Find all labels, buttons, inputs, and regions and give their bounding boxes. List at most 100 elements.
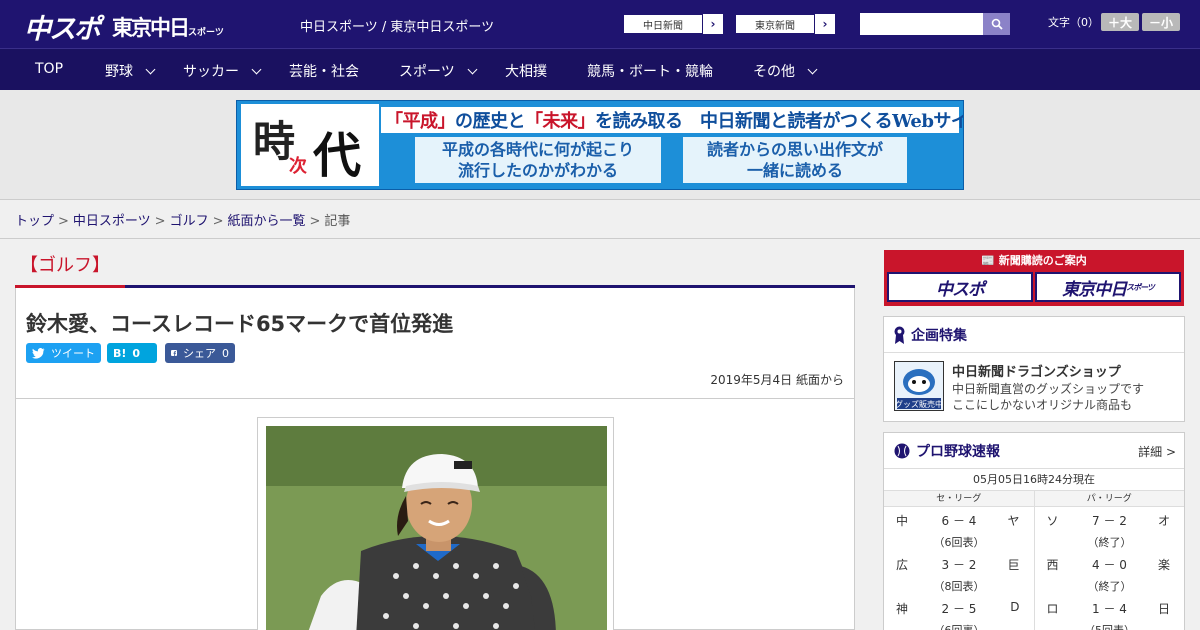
divider	[0, 238, 1200, 239]
tokyo-logo-sub: スポーツ	[188, 28, 224, 38]
banner-box-2: 読者からの思い出作文が 一緒に読める	[683, 137, 907, 183]
nav-item-sports[interactable]: スポーツ	[399, 61, 478, 81]
article-photo-frame	[257, 417, 614, 630]
subscription-heading-label: 新聞購読のご案内	[998, 254, 1087, 267]
nav-item-keiba[interactable]: 競馬・ボート・競輪	[587, 61, 713, 81]
subscription-box: 📰 新聞購読のご案内 中スポ 東京中日 スポーツ	[884, 250, 1184, 306]
tokyo-shimbun-label: 東京新聞	[735, 14, 815, 34]
game-row[interactable]: 神 2 － 5 D （6回裏）	[884, 595, 1034, 630]
article-date: 2019年5月4日 紙面から	[710, 373, 844, 387]
nav-item-top[interactable]: TOP	[35, 61, 63, 77]
nav-item-entertainment[interactable]: 芸能・社会	[289, 61, 359, 81]
nav-label: サッカー	[183, 64, 239, 80]
share-count: 0	[222, 346, 229, 360]
facebook-share-button[interactable]: シェア 0	[165, 343, 235, 363]
breadcrumb-list[interactable]: 紙面から一覧	[228, 214, 306, 229]
site-title[interactable]: 中日スポーツ / 東京中日スポーツ	[300, 16, 494, 35]
nav-item-other[interactable]: その他	[753, 61, 818, 81]
breadcrumb-golf[interactable]: ゴルフ	[170, 214, 209, 229]
font-larger-button[interactable]: ＋大	[1101, 13, 1139, 31]
subscribe-tokyo-sub: スポーツ	[1126, 282, 1155, 292]
chunichi-shimbun-label: 中日新聞	[623, 14, 703, 34]
chunichi-shimbun-button[interactable]: 中日新聞 ›	[622, 13, 724, 35]
baseball-details-link[interactable]: 詳細 >	[1138, 443, 1176, 460]
chevron-down-icon	[467, 64, 478, 75]
tokyo-chunichi-logo[interactable]: 東京中日スポーツ	[112, 12, 224, 42]
game-status: （6回表）	[933, 536, 985, 549]
away-team: D	[1010, 600, 1020, 614]
nav-label: TOP	[35, 61, 64, 77]
subscription-heading: 📰 新聞購読のご案内	[884, 252, 1184, 268]
subscribe-chuspo-button[interactable]: 中スポ	[887, 272, 1033, 302]
dragons-shop-image[interactable]: グッズ販売中	[894, 361, 944, 411]
chuspo-logo[interactable]: 中スポ	[24, 7, 101, 46]
tweet-button[interactable]: ツイート	[26, 343, 101, 363]
nav-label: 大相撲	[505, 64, 547, 80]
game-row[interactable]: 広 3 － 2 巨 （8回表）	[884, 551, 1034, 595]
feature-description: 中日新聞直営のグッズショップです ここにしかないオリジナル商品も	[952, 381, 1144, 413]
away-team: 楽	[1157, 558, 1170, 572]
banner-dai: 代	[313, 128, 362, 184]
banner-box-line: 読者からの思い出作文が	[706, 140, 883, 159]
tokyo-shimbun-button[interactable]: 東京新聞 ›	[734, 13, 836, 35]
article-card: 鈴木愛、コースレコード65マークで首位発進 ツイート B! 0 シェア 0 20…	[15, 288, 855, 630]
away-team: オ	[1157, 514, 1170, 528]
banner-box-line: 一緒に読める	[746, 161, 843, 180]
twitter-bird-icon	[32, 347, 45, 359]
banner-tsugi: 次	[289, 156, 307, 177]
chevron-right-icon: ›	[822, 17, 828, 31]
divider	[16, 398, 854, 399]
font-size-label: 文字（0）	[1048, 16, 1099, 29]
banner-headline: 「平成」 の歴史と 「未来」 を読み取る 中日新聞と読者がつくるWebサイト	[381, 107, 963, 133]
search-input[interactable]	[860, 13, 983, 35]
jidai-banner[interactable]: 時 次 代 「平成」 の歴史と 「未来」 を読み取る 中日新聞と読者がつくるWebサイ…	[236, 100, 964, 190]
feature-panel: 企画特集 グッズ販売中 中日新聞ドラゴンズショップ 中日新聞直営のグッズショップ…	[883, 316, 1185, 422]
feature-heading: 企画特集	[884, 317, 1184, 353]
game-row[interactable]: ロ 1 － 4 日 （5回表）	[1035, 595, 1185, 630]
search-button[interactable]	[983, 13, 1010, 35]
breadcrumb-chunichi-sports[interactable]: 中日スポーツ	[73, 214, 151, 229]
tweet-label: ツイート	[51, 347, 95, 360]
game-row[interactable]: ソ 7 － 2 オ （終了）	[1035, 507, 1185, 551]
subscribe-tokyo-chunichi-button[interactable]: 東京中日 スポーツ	[1035, 272, 1181, 302]
article-category: 【ゴルフ】	[20, 255, 110, 276]
feature-title[interactable]: 中日新聞ドラゴンズショップ	[952, 361, 1121, 380]
subscribe-tokyo-label: 東京中日	[1062, 279, 1127, 300]
tokyo-logo-text: 東京中日	[112, 16, 190, 40]
article-title: 鈴木愛、コースレコード65マークで首位発進	[26, 312, 454, 336]
game-status: （終了）	[1087, 580, 1132, 593]
breadcrumb-top[interactable]: トップ	[15, 214, 54, 229]
feature-heading-label: 企画特集	[911, 327, 967, 344]
banner-headline-mirai: 「未来」	[525, 111, 596, 132]
facebook-icon	[171, 350, 177, 356]
search-box	[860, 13, 1010, 35]
nav-item-sumo[interactable]: 大相撲	[505, 61, 547, 81]
goods-sale-badge: グッズ販売中	[895, 399, 943, 409]
banner-headline-heisei: 「平成」	[385, 111, 456, 132]
feature-desc-line: ここにしかないオリジナル商品も	[952, 398, 1133, 412]
game-status: （6回裏）	[884, 622, 1034, 630]
share-label: シェア	[183, 347, 216, 360]
nav-label: 芸能・社会	[289, 64, 359, 80]
newspaper-icon: 📰	[981, 254, 995, 267]
main-nav: TOP 野球 サッカー 芸能・社会 スポーツ 大相撲 競馬・ボート・競輪 その他	[0, 48, 1200, 90]
scores-timestamp: 05月05日16時24分現在	[884, 469, 1184, 491]
nav-label: スポーツ	[399, 64, 455, 80]
hatena-bookmark-button[interactable]: B! 0	[107, 343, 157, 363]
ribbon-icon	[894, 326, 905, 344]
game-row[interactable]: 中 6 － 4 ヤ （6回表）	[884, 507, 1034, 551]
league-title: セ・リーグ	[884, 491, 1034, 507]
font-smaller-button[interactable]: －小	[1142, 13, 1180, 31]
banner-headline-part: の歴史と	[455, 111, 526, 132]
dragons-mascot-icon: グッズ販売中	[895, 362, 943, 410]
game-row[interactable]: 西 4 － 0 楽 （終了）	[1035, 551, 1185, 595]
nav-item-soccer[interactable]: サッカー	[183, 61, 262, 81]
hatena-icon: B!	[113, 346, 127, 360]
baseball-icon	[894, 443, 910, 458]
site-header: 中スポ 東京中日スポーツ 中日スポーツ / 東京中日スポーツ 中日新聞 › 東京…	[0, 0, 1200, 48]
away-team: ヤ	[1007, 514, 1020, 528]
nav-label: その他	[753, 64, 795, 80]
hatena-count: 0	[132, 346, 141, 360]
article-photo[interactable]	[266, 426, 607, 630]
nav-item-baseball[interactable]: 野球	[105, 61, 156, 81]
